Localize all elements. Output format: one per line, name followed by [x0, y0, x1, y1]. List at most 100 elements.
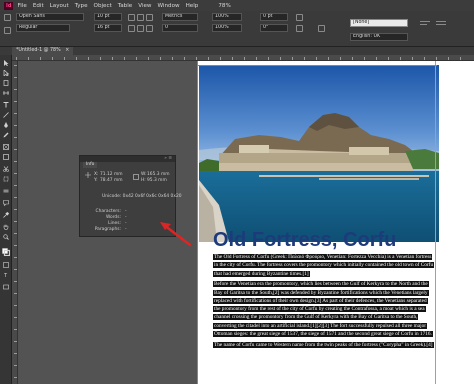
ruler-tick — [448, 57, 449, 60]
ruler-tick — [14, 353, 17, 354]
paragraph-3-text: The name of Corfu came to Western name f… — [213, 341, 434, 348]
fill-stroke-swatch-icon[interactable] — [2, 248, 10, 256]
screen-mode-icon[interactable] — [3, 284, 9, 290]
character-formatting-icon[interactable] — [4, 14, 11, 21]
menu-object[interactable]: Object — [94, 3, 112, 9]
article-title[interactable]: Old Fortress, Corfu — [213, 229, 396, 252]
line-tool-icon[interactable] — [3, 112, 9, 118]
close-icon[interactable]: × — [65, 48, 69, 53]
skew-field[interactable]: 0° — [260, 24, 288, 32]
menu-window[interactable]: Window — [158, 3, 180, 9]
align-center-icon[interactable] — [420, 24, 427, 25]
type-tool-icon[interactable] — [3, 102, 9, 108]
strikethrough-icon[interactable] — [146, 25, 153, 32]
ruler-tick — [412, 57, 413, 60]
ruler-tick — [14, 269, 17, 270]
lines-label: Lines: — [108, 221, 121, 226]
ruler-tick — [14, 65, 17, 66]
hand-tool-icon[interactable] — [3, 224, 9, 230]
paragraph-2[interactable]: Before the Venetian era the promontory, … — [213, 280, 434, 338]
language-field[interactable]: English: UK — [350, 33, 408, 41]
horizontal-scale-field[interactable]: 100% — [212, 24, 242, 32]
leading-field[interactable]: 16 pt — [94, 24, 122, 32]
rectangle-frame-tool-icon[interactable] — [3, 144, 9, 150]
ruler-tick — [52, 57, 53, 60]
ruler-tick — [14, 293, 17, 294]
add-icon[interactable] — [318, 25, 325, 32]
tab-label: *Untitled-1 @ 78% — [16, 48, 61, 53]
superscript-icon[interactable] — [128, 25, 135, 32]
paragraph-formatting-icon[interactable] — [4, 27, 11, 34]
text-stroke-icon[interactable] — [296, 25, 303, 32]
character-style-field[interactable]: [None] — [350, 19, 408, 27]
ruler-tick — [14, 377, 17, 378]
font-size-field[interactable]: 10 pt — [94, 13, 122, 21]
ruler-tick — [64, 57, 65, 60]
gradient-tool-icon[interactable] — [3, 188, 9, 194]
ruler-tick — [340, 57, 341, 60]
kerning-field[interactable]: Metrics — [162, 13, 198, 21]
gap-tool-icon[interactable] — [3, 90, 9, 96]
font-family-field[interactable]: Open Sans — [16, 13, 84, 21]
ruler-tick — [14, 221, 17, 222]
menu-edit[interactable]: Edit — [33, 3, 44, 9]
justify-icon[interactable] — [436, 24, 446, 25]
characters-value: - — [125, 209, 127, 214]
free-transform-tool-icon[interactable] — [3, 176, 9, 182]
selection-tool-icon[interactable] — [3, 60, 9, 66]
menu-help[interactable]: Help — [186, 3, 199, 9]
info-panel-tab[interactable]: Info — [83, 162, 98, 168]
menu-file[interactable]: File — [17, 3, 26, 9]
ruler-tick — [14, 317, 17, 318]
ruler-tick — [196, 57, 197, 60]
align-left-icon[interactable] — [420, 21, 430, 22]
paragraph-1[interactable]: The Old Fortress of Corfu (Greek: Παλαιό… — [213, 253, 435, 278]
align-right-icon[interactable] — [436, 21, 446, 22]
eyedropper-tool-icon[interactable] — [3, 212, 9, 218]
pen-tool-icon[interactable] — [3, 122, 9, 128]
ruler-tick — [436, 57, 437, 60]
formatting-text-icon[interactable]: T — [3, 272, 9, 278]
unicode-readout: Unicode: 0x42 0x6f 0x6c 0x64 0x20 — [102, 194, 182, 199]
panel-collapse-icon[interactable]: » ≡ — [164, 156, 172, 161]
control-panel: Open Sans Regular 10 pt 16 pt Metrics 0 … — [0, 11, 474, 47]
rectangle-tool-icon[interactable] — [3, 154, 9, 160]
paragraph-3[interactable]: The name of Corfu came to Western name f… — [213, 341, 434, 349]
zoom-level-menu[interactable]: 78% — [218, 3, 230, 9]
subscript-icon[interactable] — [137, 25, 144, 32]
small-caps-icon[interactable] — [137, 14, 144, 21]
menu-layout[interactable]: Layout — [50, 3, 69, 9]
scissors-tool-icon[interactable] — [3, 166, 9, 172]
note-tool-icon[interactable] — [3, 200, 9, 206]
font-style-field[interactable]: Regular — [16, 24, 70, 32]
h-value: 95.3 mm — [147, 178, 167, 183]
all-caps-icon[interactable] — [128, 14, 135, 21]
formatting-container-icon[interactable] — [3, 262, 9, 268]
fortress-photo[interactable] — [199, 65, 439, 242]
menu-view[interactable]: View — [138, 3, 151, 9]
baseline-shift-field[interactable]: 0 pt — [260, 13, 288, 21]
zoom-tool-icon[interactable] — [3, 234, 9, 240]
ruler-tick — [14, 77, 17, 78]
direct-selection-tool-icon[interactable] — [3, 70, 9, 76]
tab-untitled-1[interactable]: *Untitled-1 @ 78% × — [12, 47, 74, 55]
selected-text-frame[interactable]: The Old Fortress of Corfu (Greek: Παλαιό… — [213, 253, 435, 351]
tracking-field[interactable]: 0 — [162, 24, 198, 32]
menu-table[interactable]: Table — [118, 3, 132, 9]
y-value: 78.47 mm — [100, 178, 123, 183]
underline-icon[interactable] — [146, 14, 153, 21]
ruler-tick — [268, 57, 269, 60]
text-fill-icon[interactable] — [296, 14, 303, 21]
ruler-tick — [304, 57, 305, 60]
margin-guide-top — [197, 65, 437, 66]
ruler-tick — [40, 57, 41, 60]
page-tool-icon[interactable] — [3, 80, 9, 86]
vertical-scale-field[interactable]: 100% — [212, 13, 242, 21]
menu-bar: Id File Edit Layout Type Object Table Vi… — [0, 0, 474, 11]
ruler-tick — [376, 57, 377, 60]
ruler-tick — [14, 257, 17, 258]
ruler-tick — [14, 365, 17, 366]
ruler-tick — [14, 197, 17, 198]
menu-type[interactable]: Type — [75, 3, 88, 9]
pencil-tool-icon[interactable] — [3, 132, 9, 138]
